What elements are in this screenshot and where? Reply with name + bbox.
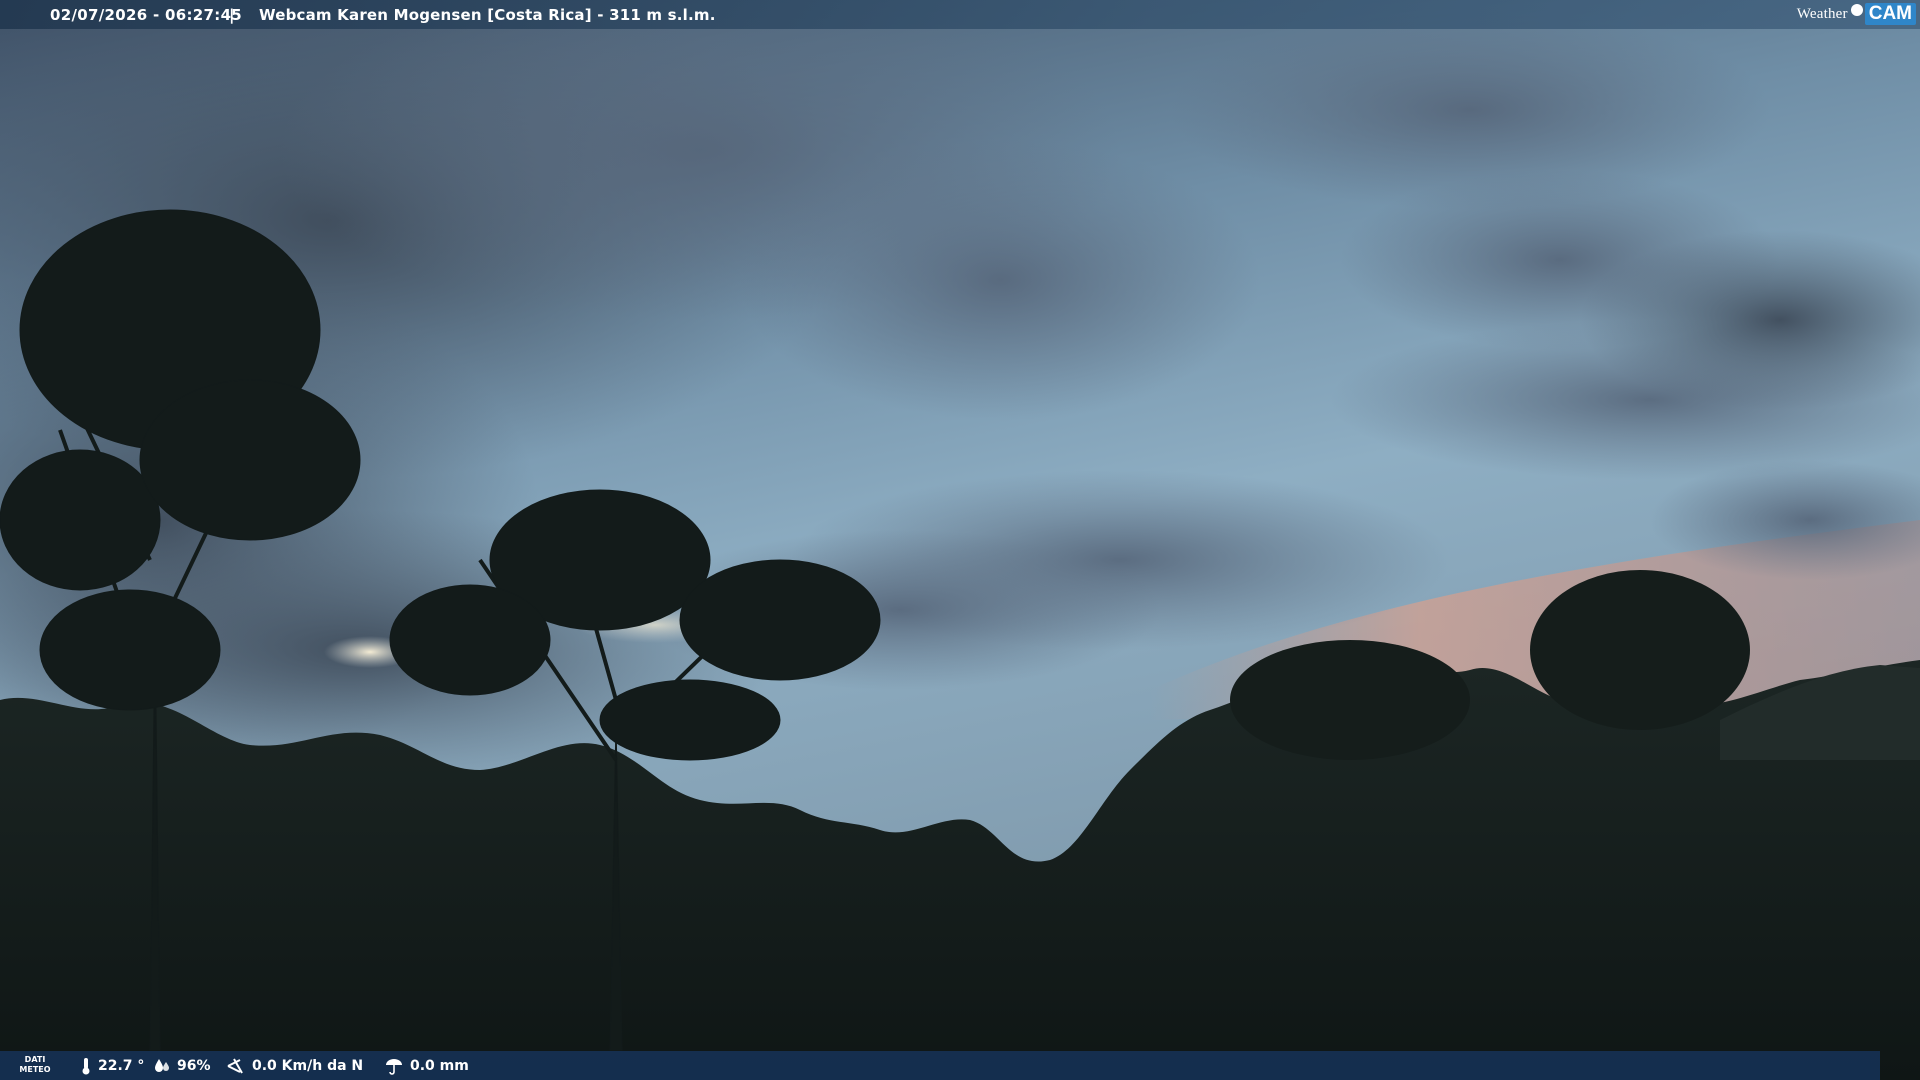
separator: | xyxy=(229,6,235,24)
wind-readout: 0.0 Km/h da N xyxy=(226,1057,363,1075)
rain-gauge-icon xyxy=(386,1059,402,1075)
temperature-readout: 22.7 ° xyxy=(80,1057,144,1075)
humidity-drops-icon xyxy=(155,1059,169,1072)
logo-weather-text: Weather xyxy=(1796,5,1848,22)
humidity-value: 96% xyxy=(177,1058,211,1074)
rain-value: 0.0 mm xyxy=(410,1058,469,1074)
weathercam-logo: Weather CAM xyxy=(1797,2,1916,26)
weather-data-bar: DATI METEO 22.7 ° 96% 0.0 Km/h da N 0.0 … xyxy=(0,1051,1880,1080)
temperature-value: 22.7 ° xyxy=(98,1058,145,1074)
webcam-scene xyxy=(0,0,1920,1080)
dati-meteo-label: DATI METEO xyxy=(19,1055,51,1074)
logo-cam-text: CAM xyxy=(1864,3,1916,25)
humidity-readout: 96% xyxy=(153,1057,211,1075)
camera-title: Webcam Karen Mogensen [Costa Rica] - 311… xyxy=(259,6,716,24)
wind-icon xyxy=(227,1058,243,1074)
wind-value: 0.0 Km/h da N xyxy=(252,1058,364,1074)
rain-readout: 0.0 mm xyxy=(384,1057,469,1075)
thermometer-icon xyxy=(82,1058,90,1075)
logo-dot-icon xyxy=(1850,4,1863,16)
top-info-bar: 02/07/2026 - 06:27:45 | Webcam Karen Mog… xyxy=(0,0,1920,29)
datetime: 02/07/2026 - 06:27:45 xyxy=(50,6,243,24)
